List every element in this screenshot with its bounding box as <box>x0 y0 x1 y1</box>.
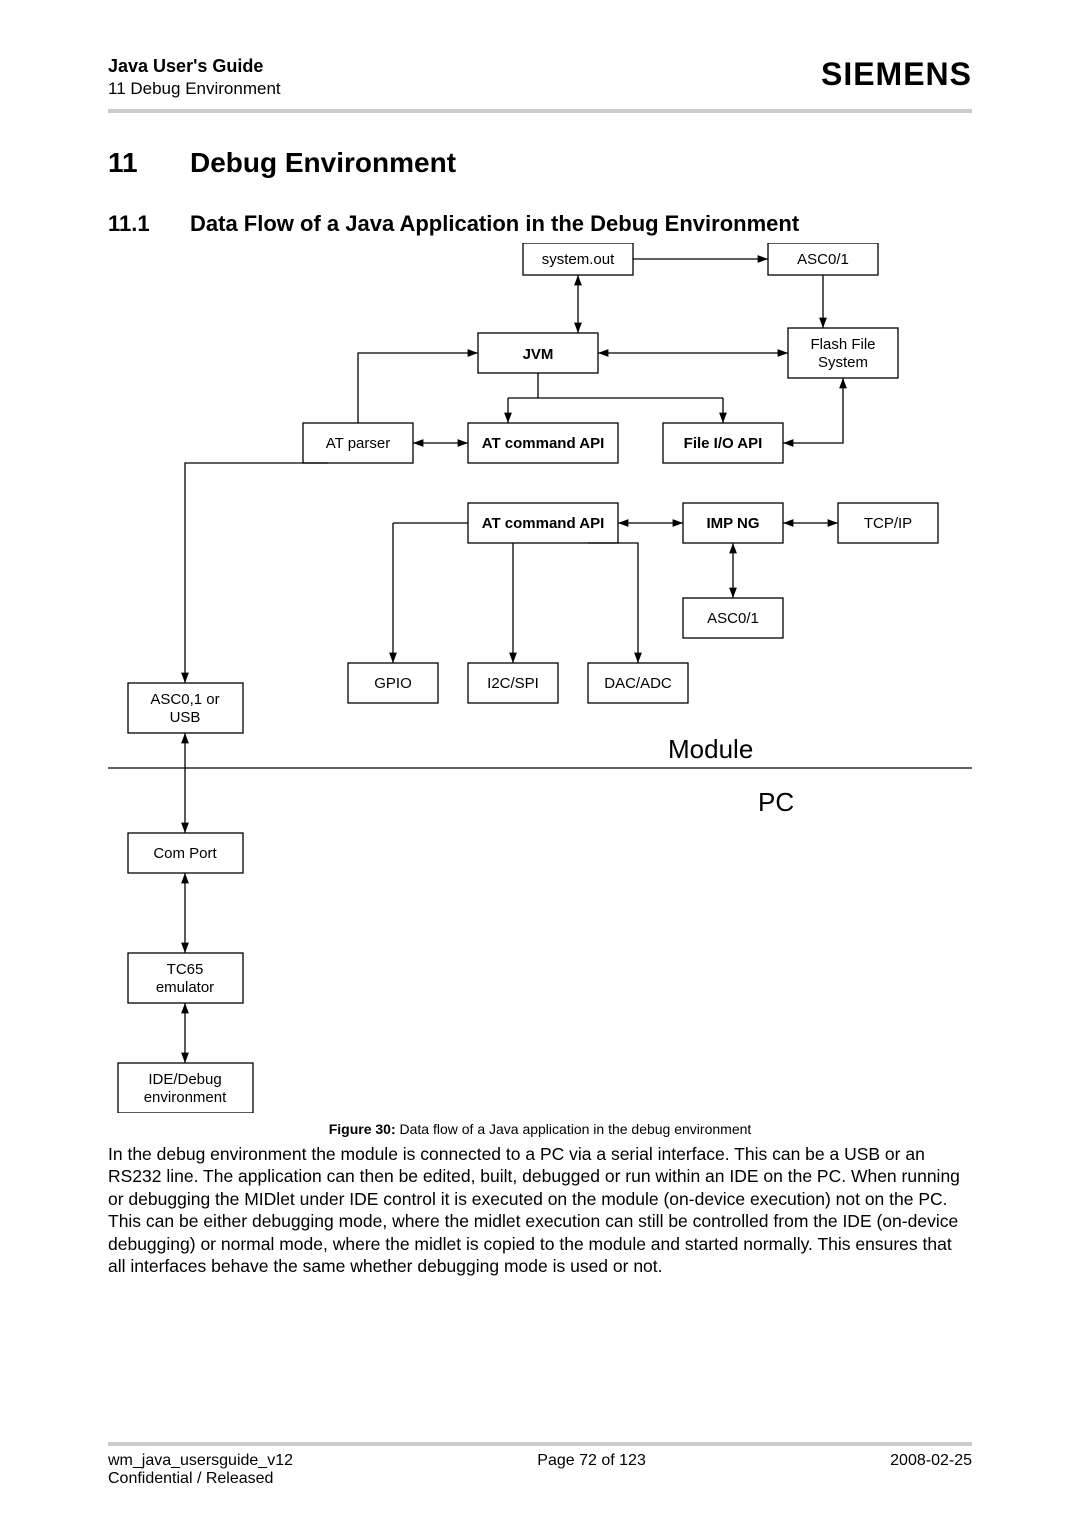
i2cspi-box: I2C/SPI <box>487 675 539 692</box>
body-paragraph: In the debug environment the module is c… <box>108 1143 972 1277</box>
ffs-box-l1: Flash File <box>810 336 875 353</box>
gpio-box: GPIO <box>374 675 412 692</box>
tc65-l2: emulator <box>156 979 214 996</box>
tc65-l1: TC65 <box>167 961 204 978</box>
ide-l2: environment <box>144 1089 227 1106</box>
subsection-title: Data Flow of a Java Application in the D… <box>190 211 799 237</box>
jvm-box: JVM <box>523 346 554 363</box>
section-number: 11 <box>108 147 190 179</box>
systemout-box: system.out <box>542 251 615 268</box>
dataflow-diagram: .bx { fill:#fff; stroke:#000; stroke-wid… <box>108 243 972 1113</box>
figure-caption: Figure 30: Data flow of a Java applicati… <box>108 1121 972 1137</box>
section-heading: 11 Debug Environment <box>108 147 972 179</box>
module-label: Module <box>668 734 753 764</box>
doc-date: 2008-02-25 <box>890 1452 972 1488</box>
tcpip-box: TCP/IP <box>864 515 912 532</box>
doc-id: wm_java_usersguide_v12 <box>108 1452 293 1470</box>
doc-subtitle: 11 Debug Environment <box>108 79 281 99</box>
impng-box: IMP NG <box>706 515 759 532</box>
comport-box: Com Port <box>153 845 217 862</box>
subsection-heading: 11.1 Data Flow of a Java Application in … <box>108 211 972 237</box>
section-title: Debug Environment <box>190 147 456 179</box>
figure-label: Figure 30: <box>329 1121 396 1137</box>
figure-text: Data flow of a Java application in the d… <box>400 1121 752 1137</box>
subsection-number: 11.1 <box>108 211 190 237</box>
dacadc-box: DAC/ADC <box>604 675 672 692</box>
page-number: Page 72 of 123 <box>537 1452 646 1488</box>
classification: Confidential / Released <box>108 1470 293 1488</box>
atcmd2-box: AT command API <box>482 515 605 532</box>
doc-title: Java User's Guide <box>108 56 281 77</box>
page-footer: wm_java_usersguide_v12 Confidential / Re… <box>108 1442 972 1488</box>
header-left: Java User's Guide 11 Debug Environment <box>108 56 281 99</box>
page-header: Java User's Guide 11 Debug Environment S… <box>108 56 972 113</box>
asc01-top-box: ASC0/1 <box>797 251 849 268</box>
fileio-box: File I/O API <box>684 435 763 452</box>
asc01usb-l1: ASC0,1 or <box>150 691 219 708</box>
ide-l1: IDE/Debug <box>148 1071 221 1088</box>
ffs-box-l2: System <box>818 354 868 371</box>
atcmd1-box: AT command API <box>482 435 605 452</box>
footer-left: wm_java_usersguide_v12 Confidential / Re… <box>108 1452 293 1488</box>
siemens-logo: SIEMENS <box>821 56 972 93</box>
asc01usb-l2: USB <box>170 709 201 726</box>
pc-label: PC <box>758 787 794 817</box>
asc01-mid-box: ASC0/1 <box>707 610 759 627</box>
atparser-box: AT parser <box>326 435 390 452</box>
